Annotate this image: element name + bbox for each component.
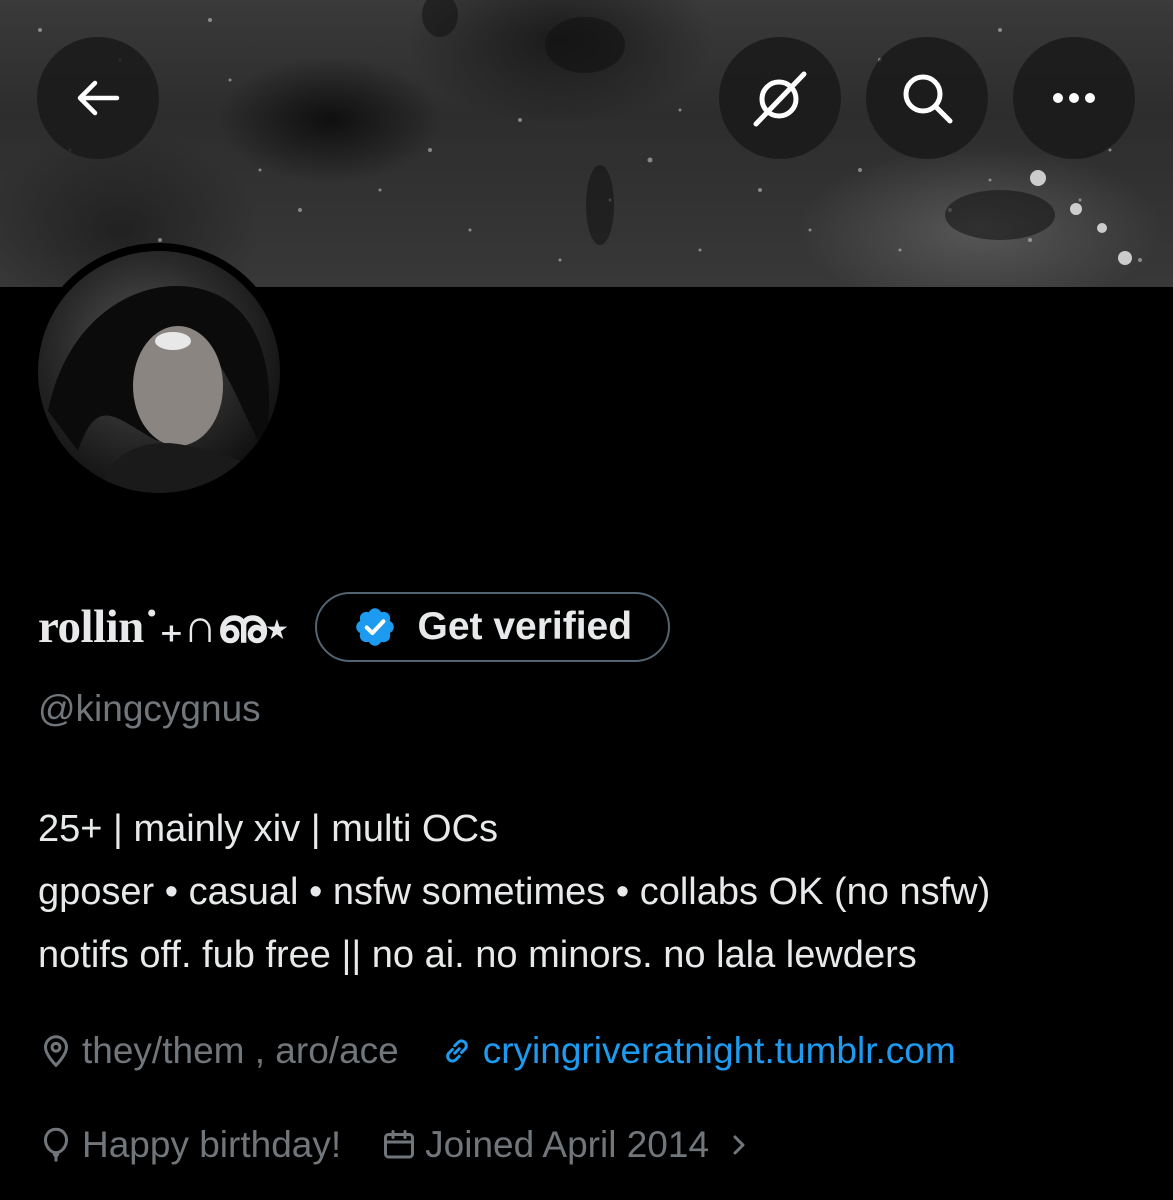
more-horizontal-icon [1053, 93, 1095, 103]
link-icon [445, 1039, 468, 1063]
balloon-icon [43, 1127, 69, 1162]
avatar-image [38, 251, 280, 493]
joined-item[interactable]: Joined April 2014 [381, 1124, 759, 1166]
birthday-text: Happy birthday! [82, 1124, 342, 1165]
display-name: rollin˙₊∩ഌ⋆ [38, 601, 288, 653]
avatar[interactable] [30, 243, 288, 501]
location-text: they/them , aro/ace [82, 1030, 399, 1071]
bio: 25+ | mainly xiv | multi OCs gposer • ca… [38, 798, 990, 987]
back-button[interactable] [37, 37, 159, 159]
profile-meta-row-1: they/them , aro/ace cryingriveratnight.t… [38, 1027, 956, 1075]
username-handle: @kingcygnus [38, 688, 261, 729]
location-pin-icon [43, 1035, 69, 1068]
get-verified-button[interactable]: Get verified [315, 592, 671, 662]
bio-line: 25+ | mainly xiv | multi OCs [38, 808, 499, 850]
verified-badge-icon [356, 608, 395, 646]
bio-line: gposer • casual • nsfw sometimes • colla… [38, 871, 991, 913]
more-button[interactable] [1013, 37, 1135, 159]
get-verified-label: Get verified [417, 605, 633, 648]
calendar-icon [384, 1130, 415, 1159]
grok-icon [753, 71, 807, 127]
search-icon [903, 74, 953, 124]
grok-button[interactable] [719, 37, 841, 159]
profile-meta-row-2: Happy birthday! Joined April 2014 [38, 1121, 759, 1169]
birthday-item: Happy birthday! [38, 1124, 341, 1166]
bio-line: notifs off. fub free || no ai. no minors… [38, 934, 917, 976]
search-button[interactable] [866, 37, 988, 159]
chevron-right-icon [733, 1135, 745, 1155]
website-item[interactable]: cryingriveratnight.tumblr.com [439, 1030, 956, 1072]
website-link[interactable]: cryingriveratnight.tumblr.com [483, 1030, 956, 1072]
joined-text: Joined April 2014 [425, 1124, 710, 1165]
arrow-left-icon [77, 80, 120, 116]
location-item: they/them , aro/ace [38, 1030, 399, 1072]
name-row: rollin˙₊∩ഌ⋆ Get verified [38, 590, 671, 664]
